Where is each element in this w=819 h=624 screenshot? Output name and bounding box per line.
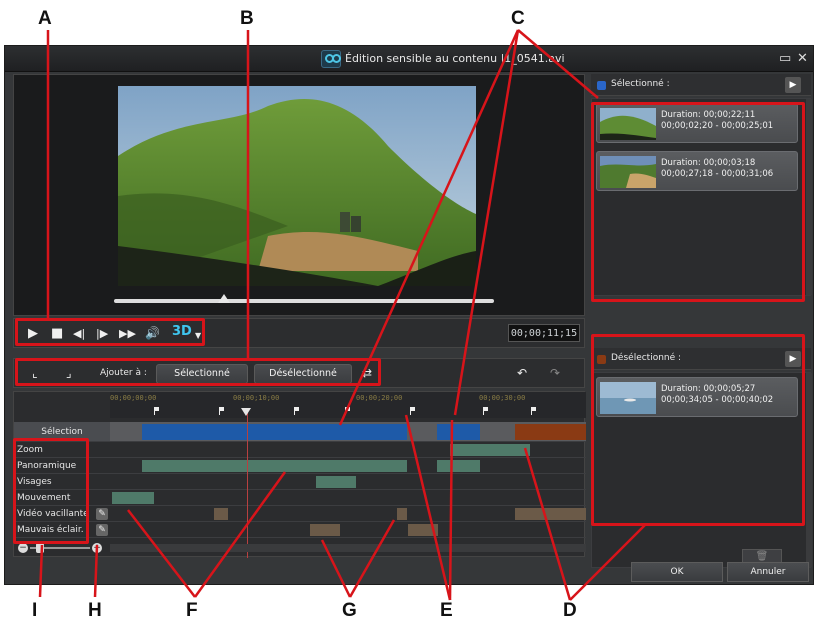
callout-leaders: [38, 29, 646, 601]
